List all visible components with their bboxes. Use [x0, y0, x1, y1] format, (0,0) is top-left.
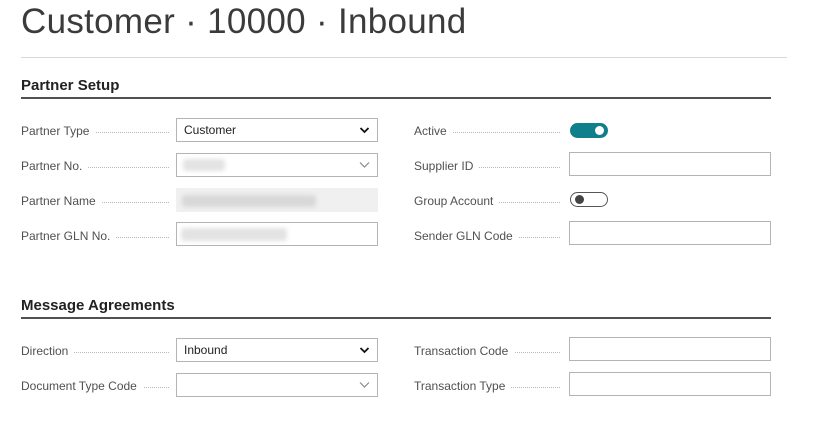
- group-account-label: Group Account: [414, 193, 560, 209]
- sender-gln-code-label: Sender GLN Code: [414, 228, 560, 244]
- partner-type-select[interactable]: Customer: [176, 118, 378, 142]
- toggle-knob: [575, 195, 584, 204]
- partner-name-field: [176, 188, 378, 212]
- toggle-knob: [595, 126, 604, 135]
- partner-name-label: Partner Name: [21, 193, 169, 209]
- transaction-type-input[interactable]: [569, 372, 771, 396]
- group-account-toggle[interactable]: [570, 192, 608, 207]
- transaction-type-label: Transaction Type: [414, 378, 560, 394]
- supplier-id-input[interactable]: [569, 152, 771, 176]
- page-title: Customer · 10000 · Inbound: [21, 2, 467, 41]
- direction-label: Direction: [21, 343, 169, 359]
- redacted-value: [182, 195, 316, 207]
- document-type-code-lookup[interactable]: [176, 373, 378, 397]
- section-header-message-agreements[interactable]: Message Agreements: [21, 297, 771, 319]
- chevron-down-icon: [359, 339, 370, 361]
- direction-select[interactable]: Inbound: [176, 338, 378, 362]
- card-page: Customer · 10000 · Inbound Partner Setup…: [0, 0, 840, 423]
- partner-gln-no-input[interactable]: [176, 222, 378, 246]
- transaction-code-label: Transaction Code: [414, 343, 560, 359]
- redacted-value: [183, 159, 225, 171]
- sender-gln-code-input[interactable]: [569, 221, 771, 245]
- partner-no-label: Partner No.: [21, 158, 169, 174]
- partner-type-value: Customer: [184, 123, 237, 137]
- partner-gln-no-label: Partner GLN No.: [21, 228, 169, 244]
- chevron-down-icon: [359, 119, 370, 141]
- section-header-partner-setup[interactable]: Partner Setup: [21, 77, 771, 99]
- partner-type-label: Partner Type: [21, 123, 169, 139]
- direction-value: Inbound: [184, 343, 228, 357]
- partner-no-lookup[interactable]: [176, 153, 378, 177]
- supplier-id-label: Supplier ID: [414, 158, 560, 174]
- document-type-code-label: Document Type Code: [21, 378, 169, 394]
- chevron-down-icon: [359, 154, 370, 176]
- active-label: Active: [414, 123, 560, 139]
- redacted-value: [181, 228, 287, 241]
- active-toggle[interactable]: [570, 123, 608, 138]
- chevron-down-icon: [359, 374, 370, 396]
- transaction-code-input[interactable]: [569, 337, 771, 361]
- title-divider: [21, 57, 787, 58]
